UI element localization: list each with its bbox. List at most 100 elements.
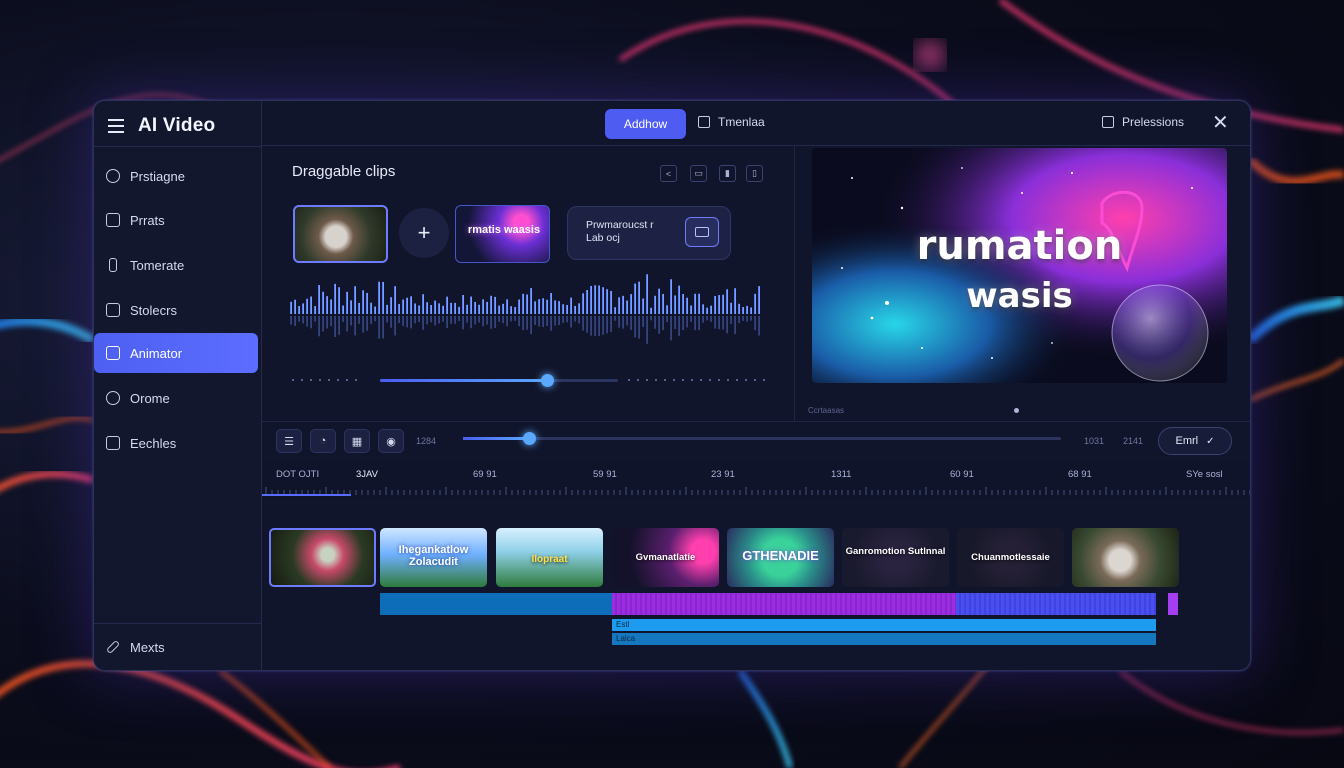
timeline-clip-3[interactable]: Ilopraat [496,528,603,587]
ruler-ticks [265,487,1250,495]
ruler-label: 1311 [831,469,852,480]
sidebar-item-mexts[interactable]: Mexts [94,627,262,667]
playback-scrubber[interactable] [463,432,1061,445]
pane-divider [794,146,795,421]
timeline-clip-caption: Ilopraat [531,554,568,565]
transport-divider [262,421,1250,422]
app-brand: AI Video [108,115,215,137]
clip-slider[interactable] [380,374,618,387]
timeline-clip-caption: Ganromotion Sutlnnal [845,546,946,557]
sidebar-bottom-divider [94,623,262,624]
clip-thumb-text: rmatis waasis [467,224,541,236]
preview-headline-1: rumation [916,223,1123,269]
timeline-clip-4[interactable]: Gvmanatlatie [612,528,719,587]
screen-icon [695,227,709,237]
clip-slider-fill [380,379,547,382]
draggable-clip-2[interactable]: rmatis waasis [455,205,550,263]
sidebar: AI Video Prstiagne Prrats Tomerate Stole… [94,101,262,670]
record-icon[interactable]: ◉ [378,429,404,453]
export-button[interactable]: Emrl ✓ [1158,427,1232,455]
timeline-clip-7[interactable]: Chuanmotlessaie [957,528,1064,587]
gear-icon [106,169,120,183]
split-icon[interactable]: ▮ [719,165,736,182]
subtitle-track-1[interactable]: Estl [612,619,1156,631]
current-time: 1284 [416,436,437,446]
timeline-tab-label: Tmenlaa [718,115,765,129]
timeline-clip-6[interactable]: Ganromotion Sutlnnal [842,528,949,587]
sidebar-item-prrats[interactable]: Prrats [94,200,262,240]
text-icon [109,258,117,272]
ruler-label: 3JAV [356,469,379,480]
sidebar-item-eechles[interactable]: Eechles [94,423,262,463]
clock-icon[interactable]: ◔ [310,429,336,453]
playback-scrubber-fill [463,437,529,440]
timeline-ruler[interactable]: DOT OJTI 3JAV 69 91 59 91 23 91 1311 60 … [262,461,1250,499]
sidebar-item-label: Animator [130,345,183,361]
preview-page-dot[interactable] [1014,408,1019,413]
grid-icon[interactable]: ▦ [344,429,370,453]
timeline-clip-1[interactable] [269,528,376,587]
permissions-label: Prelessions [1122,115,1185,129]
playback-scrubber-handle[interactable] [522,432,536,445]
crop-icon[interactable]: ▯ [746,165,763,182]
permissions-button[interactable]: Prelessions [1102,115,1184,129]
sidebar-item-prstiagne[interactable]: Prstiagne [94,156,262,196]
subtitle-track-2[interactable]: Lalca [612,633,1156,645]
draggable-clip-1[interactable] [293,205,388,263]
timeline-clip-caption: Chuanmotlessaie [971,552,1050,563]
pane-title: Draggable clips [292,163,396,180]
sidebar-divider [94,146,262,147]
top-bar: Addhow Tmenlaa Prelessions ✕ [262,101,1250,146]
draggable-clip-card[interactable]: Prwmaroucst r Lab ocj [567,206,731,260]
sidebar-item-orome[interactable]: Orome [94,378,262,418]
sidebar-item-label: Tomerate [130,257,185,273]
sidebar-item-label: Eechles [130,435,177,451]
close-icon[interactable]: ✕ [1212,113,1229,133]
sidebar-item-label: Mexts [130,639,165,655]
audio-track-end[interactable] [1168,593,1178,615]
sidebar-item-label: Stolecrs [130,302,177,318]
audio-track-indigo[interactable] [956,593,1156,615]
chevron-down-icon: ✓ [1206,435,1215,447]
preview-headline-2: wasis [966,276,1073,316]
add-clip-button[interactable]: + [399,208,449,258]
sidebar-item-stolecrs[interactable]: Stolecrs [94,290,262,330]
audio-track-purple[interactable] [612,593,956,615]
ruler-label: DOT OJTI [276,469,320,480]
slider-right-dots [628,379,772,382]
clip-card-action-button[interactable] [685,217,719,247]
clip-slider-handle[interactable] [540,374,554,387]
share-icon[interactable]: < [660,165,677,182]
menu-lines-icon[interactable]: ☰ [276,429,302,453]
sidebar-item-tomerate[interactable]: Tomerate [94,245,262,285]
timeline-clip-2[interactable]: Ihegankatlow Zolacudit [380,528,487,587]
app-title: AI Video [138,115,216,136]
ruler-label: SYe sosl [1186,469,1223,480]
menu-icon[interactable] [108,119,124,133]
time-readout-a: 1031 [1084,436,1105,446]
audio-track-blue[interactable] [380,593,612,615]
sidebar-item-label: Prstiagne [130,168,185,184]
animator-icon [106,346,120,360]
timeline-clip-caption: Gvmanatlatie [635,552,696,563]
add-show-button[interactable]: Addhow [605,109,686,139]
circle-icon [106,391,120,405]
document-icon [106,213,120,227]
ruler-label: 60 91 [950,469,974,480]
timeline-clip-8[interactable] [1072,528,1179,587]
copy-icon[interactable]: ▭ [690,165,707,182]
layers-icon [106,436,120,450]
timeline-clip-5[interactable]: GTHENADIE [727,528,834,587]
pencil-icon [105,639,121,655]
timeline-icon [698,116,710,128]
ruler-label: 59 91 [593,469,617,480]
video-preview[interactable]: rumation wasis [812,148,1227,383]
export-label: Emrl [1175,435,1199,447]
sidebar-item-label: Prrats [130,212,165,228]
playhead-marker[interactable] [262,494,352,496]
permissions-icon [1102,116,1114,128]
main-window: AI Video Prstiagne Prrats Tomerate Stole… [93,100,1251,671]
sidebar-item-animator[interactable]: Animator [94,333,258,373]
timeline-tab[interactable]: Tmenlaa [698,115,765,129]
sidebar-item-label: Orome [130,390,170,406]
